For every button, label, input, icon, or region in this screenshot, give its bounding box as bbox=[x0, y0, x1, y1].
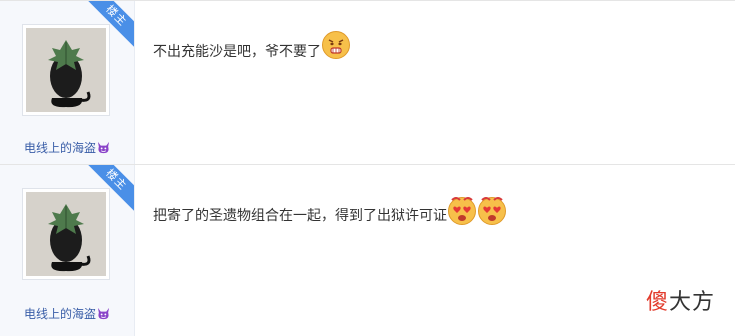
avatar[interactable] bbox=[22, 24, 110, 116]
post-2: 楼主 电线上的海盗 把寄了的圣遗物组合在一起，得到了出狱许可证 bbox=[0, 164, 735, 336]
post-text: 不出充能沙是吧，爷不要了 bbox=[153, 44, 321, 60]
post-author-panel: 楼主 电线上的海盗 bbox=[0, 165, 135, 336]
heart-eyes-emoji-icon bbox=[478, 197, 506, 225]
site-watermark: 傻大方 bbox=[646, 284, 715, 316]
devil-icon bbox=[97, 141, 110, 154]
cat-avatar-icon bbox=[26, 192, 106, 276]
post-content: 把寄了的圣遗物组合在一起，得到了出狱许可证 bbox=[153, 197, 507, 226]
avatar[interactable] bbox=[22, 188, 110, 280]
post-author-panel: 楼主 电线上的海盗 bbox=[0, 1, 135, 164]
angry-face-emoji-icon bbox=[322, 31, 350, 59]
watermark-part-2: 大方 bbox=[669, 290, 716, 315]
post-1: 楼主 电线上的海盗 不出充能沙是吧，爷不要了 bbox=[0, 0, 735, 164]
watermark-part-1: 傻 bbox=[646, 290, 670, 315]
cat-avatar-icon bbox=[26, 28, 106, 112]
devil-icon bbox=[97, 307, 110, 320]
username-text: 电线上的海盗 bbox=[23, 307, 96, 321]
username[interactable]: 电线上的海盗 bbox=[0, 139, 134, 156]
post-text: 把寄了的圣遗物组合在一起，得到了出狱许可证 bbox=[153, 208, 447, 224]
post-content: 不出充能沙是吧，爷不要了 bbox=[153, 31, 351, 61]
username-text: 电线上的海盗 bbox=[23, 141, 96, 155]
heart-eyes-emoji-icon bbox=[448, 197, 476, 225]
username[interactable]: 电线上的海盗 bbox=[0, 305, 134, 322]
